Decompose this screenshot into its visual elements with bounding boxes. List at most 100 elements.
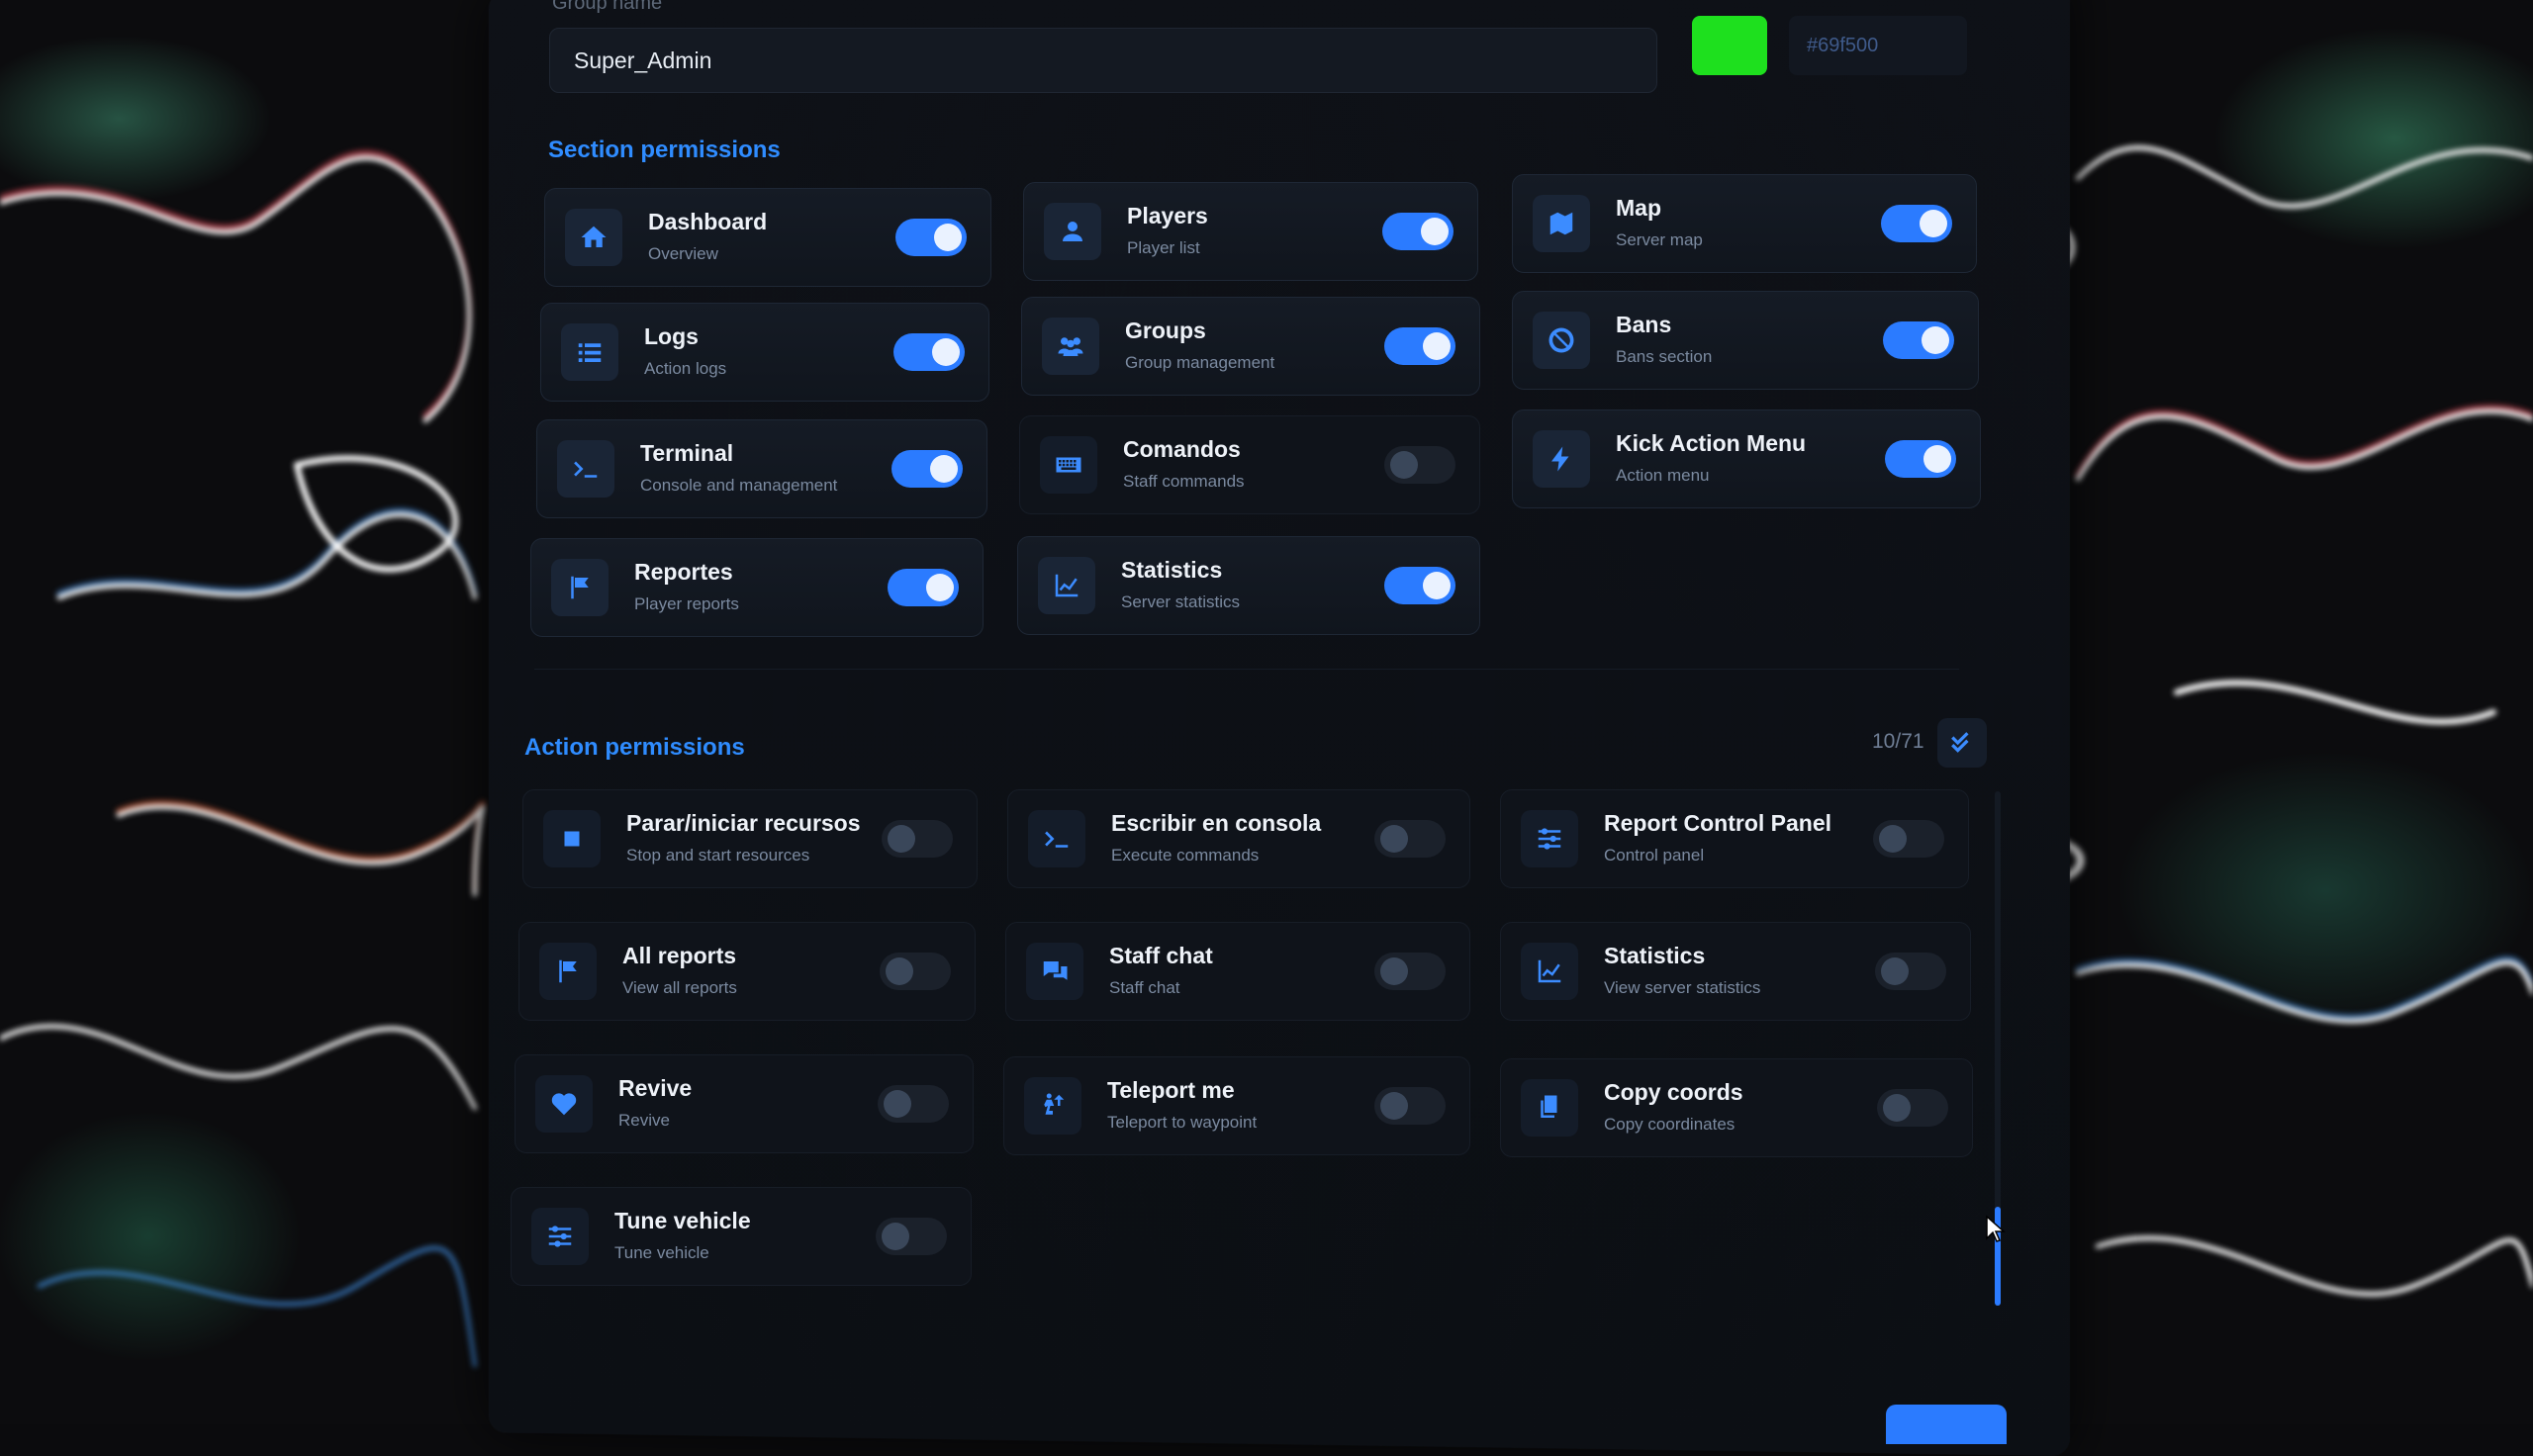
section-card-dashboard: Dashboard Overview [544,188,991,287]
chart-icon [1521,943,1578,1000]
sliders-icon [1521,810,1578,867]
section-card-title: Bans [1616,312,1671,338]
section-card-subtitle: Player reports [634,594,739,614]
teleport-me-toggle[interactable] [1374,1087,1446,1125]
home-icon [565,209,622,266]
keyboard-icon [1040,436,1097,494]
comandos-toggle[interactable] [1384,446,1455,484]
group-color-hex-input[interactable]: #69f500 [1789,16,1967,75]
action-card-copy-coords: Copy coords Copy coordinates [1500,1058,1973,1157]
action-card-title: Copy coords [1604,1079,1743,1106]
chart-icon [1038,557,1095,614]
action-card-subtitle: Control panel [1604,846,1704,865]
section-card-title: Logs [644,323,699,350]
action-card-title: Parar/iniciar recursos [626,810,861,837]
action-card-statistics: Statistics View server statistics [1500,922,1971,1021]
statistics-action-toggle[interactable] [1875,953,1946,990]
section-card-title: Map [1616,195,1661,222]
statistics-section-toggle[interactable] [1384,567,1455,604]
section-card-title: Groups [1125,318,1206,344]
section-card-subtitle: Staff commands [1123,472,1245,492]
action-card-subtitle: Stop and start resources [626,846,809,865]
copy-coords-toggle[interactable] [1877,1089,1948,1127]
action-card-title: Teleport me [1107,1077,1235,1104]
escribir-en-consola-toggle[interactable] [1374,820,1446,858]
action-card-subtitle: Copy coordinates [1604,1115,1735,1135]
section-card-title: Comandos [1123,436,1241,463]
flag-icon [539,943,597,1000]
users-icon [1042,318,1099,375]
section-card-terminal: Terminal Console and management [536,419,987,518]
action-card-subtitle: Staff chat [1109,978,1180,998]
section-card-subtitle: Bans section [1616,347,1712,367]
teleport-icon [1024,1077,1081,1135]
action-card-title: Revive [618,1075,692,1102]
action-card-subtitle: Tune vehicle [614,1243,709,1263]
map-icon [1533,195,1590,252]
section-card-subtitle: Action menu [1616,466,1710,486]
copy-icon [1521,1079,1578,1137]
section-card-subtitle: Action logs [644,359,726,379]
group-name-label: Group name [552,0,662,15]
action-card-parar-iniciar-recursos: Parar/iniciar recursos Stop and start re… [522,789,978,888]
section-card-title: Reportes [634,559,733,586]
action-card-subtitle: Revive [618,1111,670,1131]
logs-toggle[interactable] [893,333,965,371]
group-name-input[interactable]: Super_Admin [549,28,1657,93]
flag-icon [551,559,609,616]
action-card-escribir-en-consola: Escribir en consola Execute commands [1007,789,1470,888]
section-card-logs: Logs Action logs [540,303,989,402]
section-card-subtitle: Server statistics [1121,592,1240,612]
parar-iniciar-recursos-toggle[interactable] [882,820,953,858]
action-card-title: Tune vehicle [614,1208,751,1234]
all-reports-toggle[interactable] [880,953,951,990]
section-card-title: Terminal [640,440,733,467]
section-card-groups: Groups Group management [1021,297,1480,396]
action-card-title: Escribir en consola [1111,810,1321,837]
section-card-kick-action-menu: Kick Action Menu Action menu [1512,410,1981,508]
reportes-toggle[interactable] [888,569,959,606]
section-card-map: Map Server map [1512,174,1977,273]
ban-icon [1533,312,1590,369]
kick-action-menu-toggle[interactable] [1885,440,1956,478]
terminal-toggle[interactable] [891,450,963,488]
section-card-title: Dashboard [648,209,767,235]
revive-toggle[interactable] [878,1085,949,1123]
section-card-subtitle: Server map [1616,230,1703,250]
group-color-swatch[interactable] [1692,16,1767,75]
map-toggle[interactable] [1881,205,1952,242]
action-card-revive: Revive Revive [515,1054,974,1153]
players-toggle[interactable] [1382,213,1454,250]
section-card-statistics: Statistics Server statistics [1017,536,1480,635]
terminal-icon [1028,810,1085,867]
bolt-icon [1533,430,1590,488]
dashboard-toggle[interactable] [895,219,967,256]
heart-pulse-icon [535,1075,593,1133]
chat-icon [1026,943,1083,1000]
section-card-subtitle: Overview [648,244,718,264]
section-card-title: Kick Action Menu [1616,430,1806,457]
action-card-title: Staff chat [1109,943,1213,969]
double-check-icon [1949,730,1975,756]
save-button[interactable] [1886,1405,2007,1444]
staff-chat-toggle[interactable] [1374,953,1446,990]
section-card-reportes: Reportes Player reports [530,538,984,637]
terminal-icon [557,440,614,498]
action-card-subtitle: View all reports [622,978,737,998]
action-card-subtitle: View server statistics [1604,978,1760,998]
section-card-players: Players Player list [1023,182,1478,281]
action-card-subtitle: Execute commands [1111,846,1259,865]
action-permissions-counter: 10/71 [1872,730,1924,754]
section-card-subtitle: Group management [1125,353,1274,373]
action-card-title: All reports [622,943,736,969]
stop-icon [543,810,601,867]
action-card-teleport-me: Teleport me Teleport to waypoint [1003,1056,1470,1155]
section-card-title: Statistics [1121,557,1222,584]
report-control-panel-toggle[interactable] [1873,820,1944,858]
section-card-bans: Bans Bans section [1512,291,1979,390]
user-icon [1044,203,1101,260]
select-all-button[interactable] [1937,718,1987,768]
tune-vehicle-toggle[interactable] [876,1218,947,1255]
bans-toggle[interactable] [1883,321,1954,359]
groups-toggle[interactable] [1384,327,1455,365]
